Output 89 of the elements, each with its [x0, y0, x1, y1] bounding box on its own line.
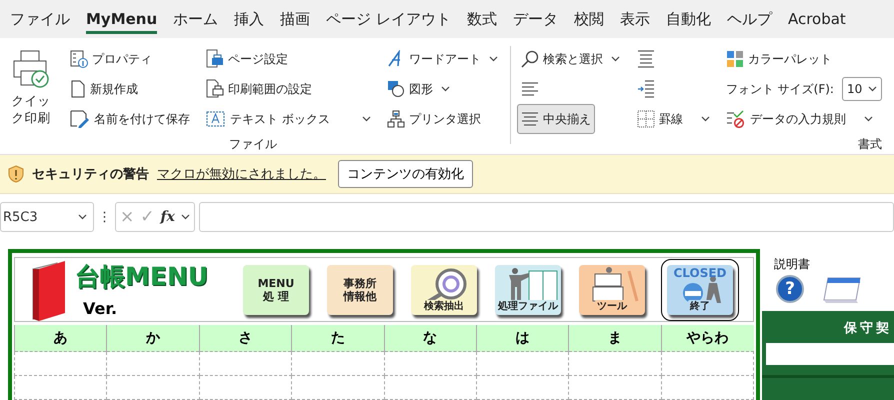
- align-center-icon: [520, 111, 539, 127]
- ribbon-tab[interactable]: ホーム: [165, 0, 226, 38]
- chevron-icon: [78, 214, 87, 220]
- menu-button[interactable]: 事務所 情報他: [327, 264, 393, 314]
- menu-button-label: 処理ファイル: [496, 300, 560, 312]
- ribbon-tab[interactable]: 表示: [612, 0, 658, 38]
- index-tab[interactable]: な: [384, 325, 476, 352]
- menu-button-label: ツール: [595, 300, 629, 312]
- index-tab[interactable]: ま: [568, 325, 662, 352]
- print-area-icon: [206, 79, 224, 99]
- index-tab[interactable]: さ: [199, 325, 292, 352]
- ribbon-button[interactable]: プリンタ選択: [382, 104, 502, 134]
- enable-content-button[interactable]: コンテンツの有効化: [338, 160, 473, 188]
- borders-icon: [636, 110, 655, 128]
- network-icon: [386, 110, 405, 128]
- chevron-icon: [180, 214, 190, 220]
- manual-label: 説明書: [773, 256, 811, 273]
- ribbon-tab[interactable]: ファイル: [2, 0, 78, 38]
- ribbon-button[interactable]: ページ設定: [202, 44, 375, 74]
- menu-button[interactable]: 検索抽出: [411, 264, 477, 314]
- ribbon-button[interactable]: 新規作成: [66, 74, 194, 104]
- ribbon-button[interactable]: 検索と選択: [516, 44, 625, 74]
- font-size-label: フォント サイズ(F):: [726, 80, 834, 98]
- chevron-icon: [440, 86, 450, 92]
- chevron-icon: [488, 56, 498, 62]
- quick-print-button[interactable]: クイック印刷: [4, 44, 58, 134]
- ribbon-tab[interactable]: ページ レイアウト: [318, 0, 459, 38]
- ribbon-button[interactable]: テキスト ボックス: [202, 104, 375, 134]
- ribbon-tab[interactable]: ヘルプ: [718, 0, 780, 38]
- menu-button[interactable]: ツール: [579, 264, 645, 314]
- ribbon-tab[interactable]: 挿入: [226, 0, 272, 38]
- search-icon: [520, 50, 539, 68]
- chevron-icon: [700, 116, 710, 122]
- ribbon-button[interactable]: 印刷範囲の設定: [202, 74, 375, 104]
- ribbon-tab[interactable]: 校閲: [566, 0, 612, 38]
- font-size-dropdown[interactable]: 10: [842, 77, 882, 101]
- help-button[interactable]: ?: [776, 275, 804, 303]
- ribbon-button[interactable]: データの入力規則: [722, 104, 886, 134]
- ribbon-tab[interactable]: 数式: [458, 0, 505, 38]
- ribbon-button[interactable]: カラーパレット: [722, 44, 886, 74]
- ribbon-tab[interactable]: MyMenu: [78, 0, 166, 38]
- align-left-icon: [520, 81, 539, 97]
- ribbon-tab[interactable]: 描画: [272, 0, 318, 38]
- group-label: 書式: [856, 136, 883, 153]
- index-tab[interactable]: あ: [14, 325, 107, 352]
- page-setup-icon: [206, 49, 224, 69]
- menu-button-label: 検索抽出: [422, 300, 466, 312]
- warning-title: セキュリティの警告: [32, 166, 149, 183]
- align-justify-icon: [636, 50, 655, 68]
- ribbon-tab[interactable]: Acrobat: [780, 0, 854, 38]
- document-icon: [70, 80, 86, 98]
- menu-button[interactable]: CLOSED 終了: [667, 264, 733, 314]
- closed-caption: CLOSED: [673, 266, 727, 280]
- ribbon-button[interactable]: プロパティ: [66, 44, 194, 74]
- ribbon-button[interactable]: 罫線: [632, 104, 714, 134]
- chevron-icon: [864, 116, 873, 122]
- ribbon-button[interactable]: ワードアート: [382, 44, 502, 74]
- menu-button[interactable]: MENU 処 理: [243, 264, 309, 314]
- ribbon-tab[interactable]: 自動化: [658, 0, 719, 38]
- ribbon-button[interactable]: 中央揃え: [516, 104, 595, 134]
- app-title: 台帳MENU: [75, 261, 210, 293]
- chevron-icon: [362, 116, 371, 122]
- version-label: Ver.: [83, 299, 118, 318]
- ribbon-button[interactable]: 図形: [382, 74, 502, 104]
- group-label: ファイル: [228, 136, 278, 153]
- ribbon-button[interactable]: 名前を付けて保存: [66, 104, 194, 134]
- index-tab[interactable]: た: [292, 325, 384, 352]
- properties-icon: [70, 50, 88, 68]
- shapes-icon: [386, 80, 405, 98]
- more-options-handle[interactable]: ⋮: [98, 210, 111, 224]
- save-as-icon: [70, 110, 90, 128]
- data-validation-icon: [726, 110, 746, 128]
- input-field[interactable]: [766, 343, 894, 365]
- ribbon-tab[interactable]: データ: [504, 0, 566, 38]
- formula-field[interactable]: [198, 202, 894, 232]
- chevron-icon: [610, 56, 620, 62]
- warning-shield-icon: [8, 165, 24, 183]
- menu-button[interactable]: 処理ファイル: [495, 264, 561, 314]
- indent-icon: [636, 80, 655, 98]
- text-box-icon: [206, 110, 226, 128]
- chevron-icon: [868, 86, 877, 92]
- index-tab[interactable]: か: [106, 325, 200, 352]
- panel-title: 保守契: [842, 320, 893, 337]
- index-tab[interactable]: やらわ: [661, 325, 754, 352]
- index-tab[interactable]: は: [476, 325, 569, 352]
- menu-button-label: 終了: [688, 300, 712, 312]
- name-box[interactable]: R5C3: [0, 202, 94, 232]
- insert-function-button[interactable]: fx: [160, 209, 175, 225]
- color-palette-icon: [726, 50, 744, 68]
